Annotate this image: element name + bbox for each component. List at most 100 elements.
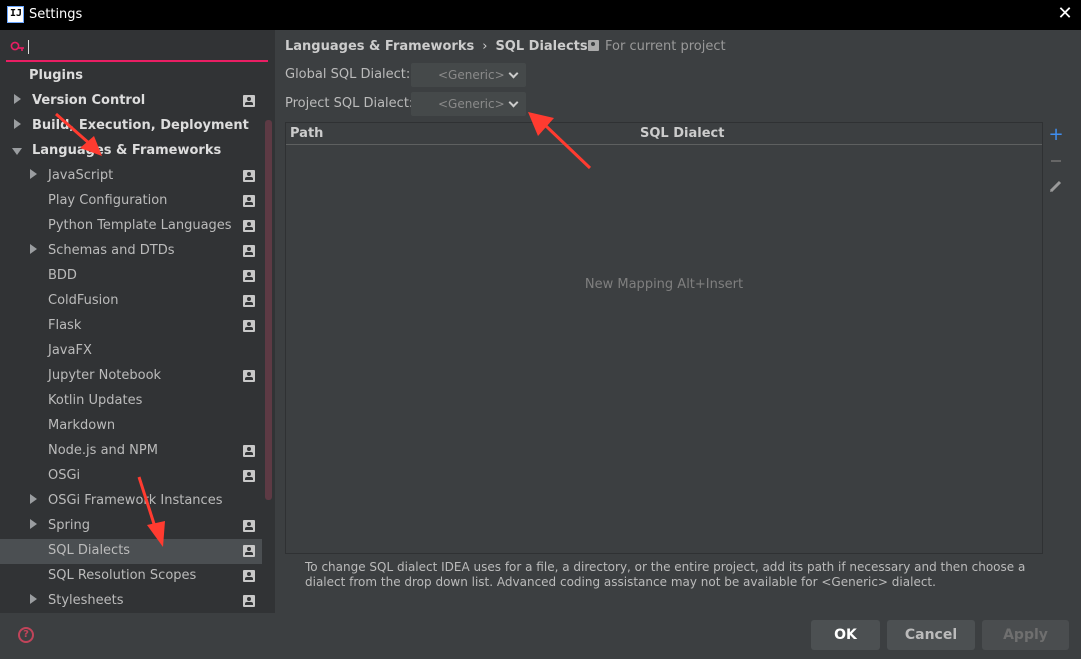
sidebar-item-label: JavaFX <box>48 343 92 358</box>
column-header-path[interactable]: Path <box>290 126 323 141</box>
dialect-help-text: To change SQL dialect IDEA uses for a fi… <box>305 560 1026 589</box>
sidebar-item-label: BDD <box>48 268 77 283</box>
sidebar-item-label: ColdFusion <box>48 293 119 308</box>
project-scope-icon <box>243 245 255 257</box>
sidebar-item-label: OSGi Framework Instances <box>48 493 223 508</box>
sidebar-item-sql-resolution-scopes[interactable]: SQL Resolution Scopes <box>0 564 262 589</box>
sidebar-item-label: Play Configuration <box>48 193 168 208</box>
global-dialect-label: Global SQL Dialect: <box>285 67 411 82</box>
sidebar-item-label: Spring <box>48 518 90 533</box>
project-scope-icon <box>243 220 255 232</box>
settings-sidebar: Plugins Version Control Build, Execution, … <box>0 30 275 613</box>
help-icon[interactable]: ? <box>18 627 34 643</box>
expand-right-icon[interactable] <box>14 94 21 104</box>
sidebar-item-plugins[interactable]: Plugins <box>0 64 262 89</box>
project-dialect-value: <Generic> <box>438 97 505 111</box>
sidebar-item-javascript[interactable]: JavaScript <box>0 164 262 189</box>
sidebar-item-label: Stylesheets <box>48 593 124 608</box>
sidebar-item-label: Flask <box>48 318 82 333</box>
project-scope-icon <box>243 545 255 557</box>
close-icon[interactable]: ✕ <box>1054 3 1076 25</box>
sidebar-item-stylesheets[interactable]: Stylesheets <box>0 589 262 614</box>
sidebar-item-osgi-framework-instances[interactable]: OSGi Framework Instances <box>0 489 262 514</box>
project-scope-icon <box>243 195 255 207</box>
global-dialect-dropdown[interactable]: <Generic> <box>411 63 526 87</box>
sidebar-scrollbar[interactable] <box>265 120 272 500</box>
expand-right-icon[interactable] <box>30 594 37 604</box>
chevron-down-icon <box>508 68 519 79</box>
project-scope-icon <box>243 170 255 182</box>
settings-window: IJ Settings ✕ Plugins Version Control Buil… <box>0 0 1081 659</box>
project-scope-icon <box>243 520 255 532</box>
project-scope-icon <box>243 445 255 457</box>
settings-search[interactable] <box>6 34 268 62</box>
sidebar-item-node-js-and-npm[interactable]: Node.js and NPM <box>0 439 262 464</box>
expand-right-icon[interactable] <box>30 519 37 529</box>
breadcrumb-separator: › <box>482 39 488 54</box>
sql-dialects-panel: Languages & Frameworks › SQL Dialects For … <box>275 30 1081 613</box>
project-scope-icon <box>588 40 599 51</box>
sidebar-item-label: Schemas and DTDs <box>48 243 175 258</box>
project-dialect-label: Project SQL Dialect: <box>285 96 414 111</box>
sidebar-item-label: Version Control <box>32 93 146 108</box>
sidebar-item-schemas-and-dtds[interactable]: Schemas and DTDs <box>0 239 262 264</box>
sidebar-item-sql-dialects[interactable]: SQL Dialects <box>0 539 262 564</box>
sidebar-item-coldfusion[interactable]: ColdFusion <box>0 289 262 314</box>
global-dialect-value: <Generic> <box>438 68 505 82</box>
sidebar-item-version-control[interactable]: Version Control <box>0 89 262 114</box>
dialect-mapping-table[interactable]: Path SQL Dialect New Mapping Alt+Insert <box>285 122 1043 554</box>
sidebar-item-label: Languages & Frameworks <box>32 143 222 158</box>
sidebar-item-bdd[interactable]: BDD <box>0 264 262 289</box>
sidebar-item-languages-frameworks[interactable]: Languages & Frameworks <box>0 139 262 164</box>
chevron-down-icon <box>508 97 519 108</box>
expand-down-icon[interactable] <box>12 148 22 155</box>
sidebar-item-build-execution-deployment[interactable]: Build, Execution, Deployment <box>0 114 262 139</box>
edit-pencil-icon[interactable] <box>1046 176 1066 196</box>
project-scope-icon <box>243 370 255 382</box>
expand-right-icon[interactable] <box>30 169 37 179</box>
sidebar-item-label: SQL Resolution Scopes <box>48 568 197 583</box>
sidebar-item-python-template-languages[interactable]: Python Template Languages <box>0 214 262 239</box>
sidebar-item-jupyter-notebook[interactable]: Jupyter Notebook <box>0 364 262 389</box>
sidebar-item-label: JavaScript <box>48 168 114 183</box>
remove-mapping-icon[interactable] <box>1046 151 1066 171</box>
expand-right-icon[interactable] <box>30 494 37 504</box>
expand-right-icon[interactable] <box>14 119 21 129</box>
apply-button[interactable]: Apply <box>982 620 1069 650</box>
sidebar-item-play-configuration[interactable]: Play Configuration <box>0 189 262 214</box>
app-logo-icon: IJ <box>7 6 24 23</box>
sidebar-item-flask[interactable]: Flask <box>0 314 262 339</box>
search-icon <box>10 41 24 51</box>
project-scope-icon <box>243 470 255 482</box>
sidebar-item-label: SQL Dialects <box>48 543 131 558</box>
cancel-button[interactable]: Cancel <box>887 620 975 650</box>
breadcrumb-parent[interactable]: Languages & Frameworks <box>285 39 474 54</box>
sidebar-item-kotlin-updates[interactable]: Kotlin Updates <box>0 389 262 414</box>
sidebar-item-label: OSGi <box>48 468 81 483</box>
sidebar-item-label: Markdown <box>48 418 116 433</box>
project-scope-icon <box>243 595 255 607</box>
add-mapping-icon[interactable]: + <box>1046 126 1066 146</box>
sidebar-item-osgi[interactable]: OSGi <box>0 464 262 489</box>
project-scope-icon <box>243 320 255 332</box>
empty-table-text[interactable]: New Mapping Alt+Insert <box>286 277 1042 292</box>
project-scope-icon <box>243 95 255 107</box>
sidebar-item-label: Python Template Languages <box>48 218 232 233</box>
breadcrumb: Languages & Frameworks › SQL Dialects <box>285 39 588 54</box>
project-dialect-dropdown[interactable]: <Generic> <box>411 92 526 116</box>
ok-button[interactable]: OK <box>811 620 880 650</box>
sidebar-item-label: Node.js and NPM <box>48 443 158 458</box>
breadcrumb-current: SQL Dialects <box>495 39 588 54</box>
sidebar-item-label: Kotlin Updates <box>48 393 143 408</box>
sidebar-item-label: Jupyter Notebook <box>48 368 162 383</box>
project-scope-icon <box>243 295 255 307</box>
sidebar-item-spring[interactable]: Spring <box>0 514 262 539</box>
column-header-sql-dialect[interactable]: SQL Dialect <box>640 126 724 141</box>
project-scope-icon <box>243 270 255 282</box>
search-input[interactable] <box>28 38 248 58</box>
sidebar-item-markdown[interactable]: Markdown <box>0 414 262 439</box>
sidebar-item-javafx[interactable]: JavaFX <box>0 339 262 364</box>
expand-right-icon[interactable] <box>30 244 37 254</box>
project-scope-icon <box>243 570 255 582</box>
sidebar-item-label: Plugins <box>29 68 83 83</box>
